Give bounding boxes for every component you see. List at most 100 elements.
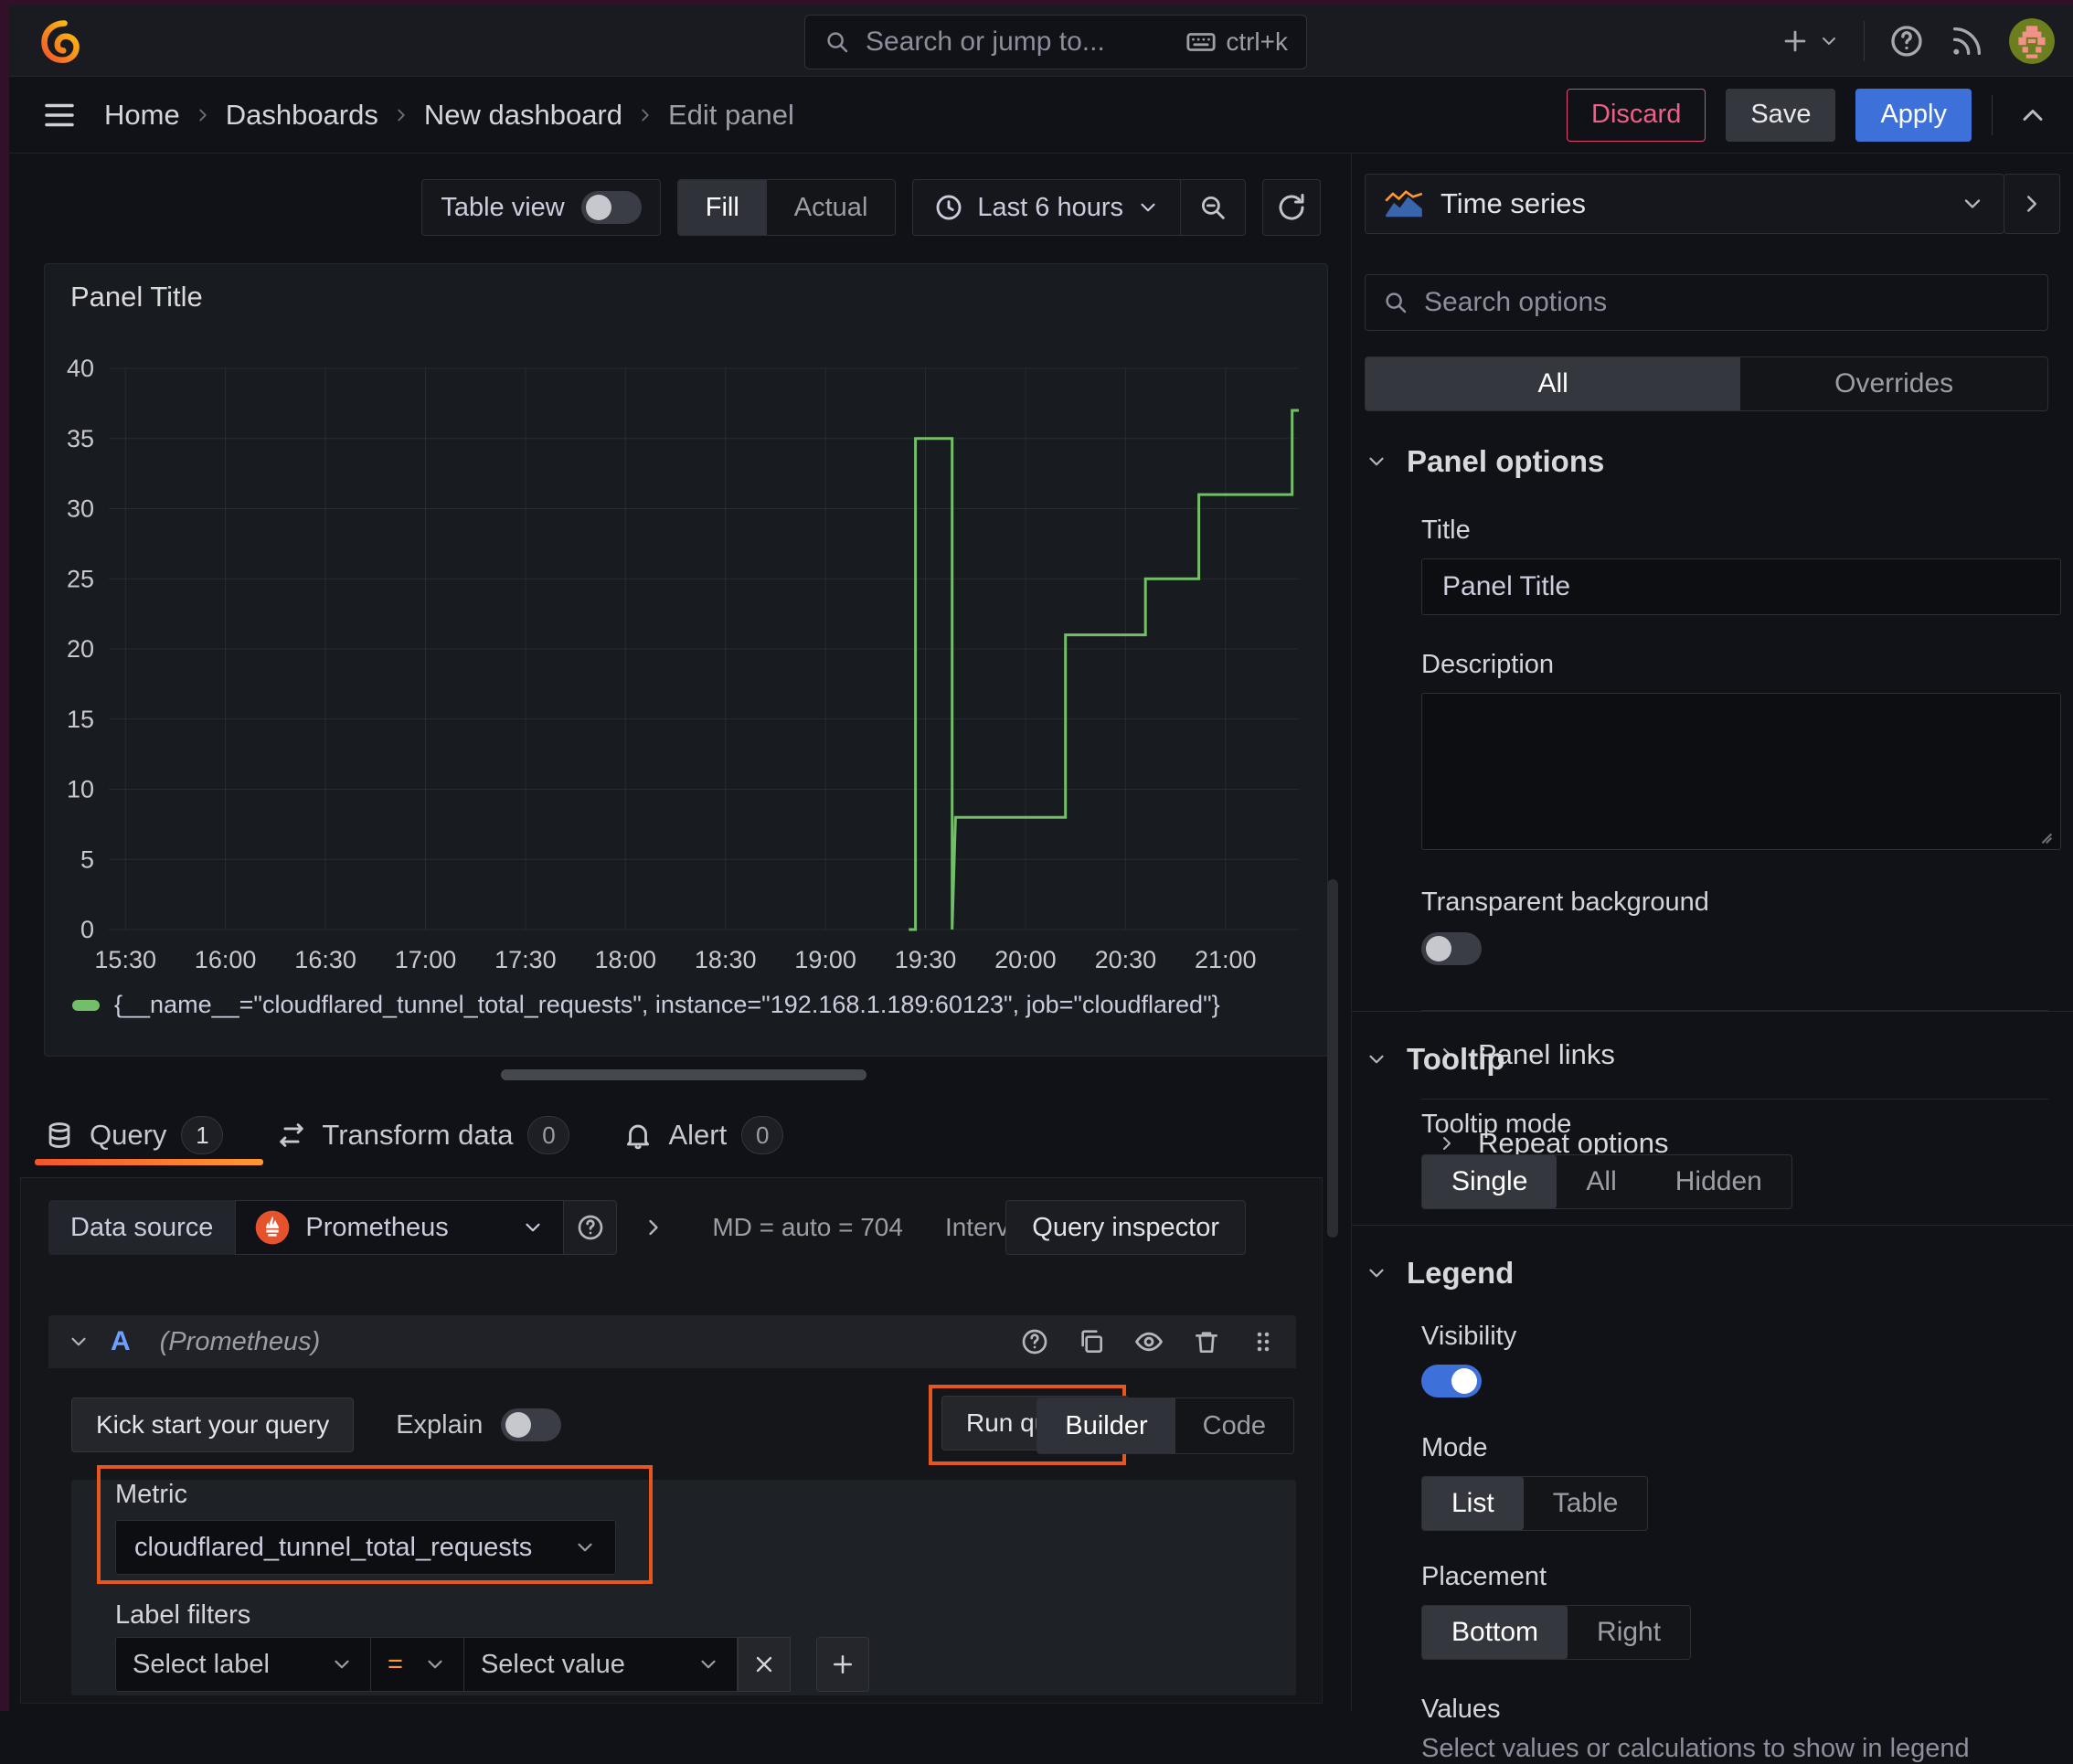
- time-series-chart[interactable]: 0 5 10 15 20 25 30 35 40 15:30 16:00 16:30 17:00 17:3…: [45, 308, 1327, 1014]
- zoom-out-button[interactable]: [1180, 180, 1245, 235]
- transparent-background-label: Transparent background: [1421, 887, 1709, 917]
- scrollbar-thumb[interactable]: [1327, 879, 1338, 1238]
- datasource-picker[interactable]: Prometheus: [235, 1200, 565, 1255]
- legend-placement-right[interactable]: Right: [1568, 1606, 1690, 1659]
- breadcrumb-dashboards[interactable]: Dashboards: [226, 99, 378, 132]
- tooltip-title: Tooltip: [1407, 1042, 1505, 1076]
- breadcrumb-home[interactable]: Home: [104, 99, 180, 132]
- trash-icon[interactable]: [1192, 1327, 1221, 1356]
- select-label-dropdown[interactable]: Select label: [115, 1637, 371, 1692]
- eye-icon[interactable]: [1133, 1326, 1164, 1357]
- chevron-right-icon: [642, 109, 649, 121]
- tab-transform-data[interactable]: Transform data 0: [276, 1116, 570, 1154]
- chevron-down-icon: [1369, 1269, 1384, 1278]
- chart-legend[interactable]: {__name__="cloudflared_tunnel_total_requ…: [72, 991, 1220, 1019]
- legend-mode-group: List Table: [1421, 1476, 1649, 1531]
- chevron-right-icon: [199, 109, 207, 121]
- kick-start-query-button[interactable]: Kick start your query: [71, 1397, 355, 1452]
- description-label: Description: [1421, 650, 1555, 679]
- user-avatar[interactable]: [2009, 18, 2055, 64]
- description-textarea[interactable]: [1421, 693, 2061, 850]
- discard-button[interactable]: Discard: [1567, 88, 1706, 142]
- remove-filter-button[interactable]: [737, 1637, 791, 1692]
- plus-icon: [833, 1655, 852, 1674]
- svg-text:19:30: 19:30: [895, 946, 957, 973]
- time-range-button[interactable]: Last 6 hours: [913, 192, 1180, 223]
- transparent-background-switch[interactable]: [1421, 932, 1482, 965]
- options-search[interactable]: [1365, 274, 2048, 331]
- table-view-switch[interactable]: [580, 191, 642, 224]
- news-rss-icon[interactable]: [1949, 23, 1985, 59]
- tooltip-section-header[interactable]: Tooltip: [1365, 1042, 2061, 1077]
- tab-alert[interactable]: Alert 0: [622, 1116, 784, 1154]
- svg-text:15: 15: [67, 706, 94, 733]
- panel-resize-handle[interactable]: [501, 1069, 866, 1080]
- explain-switch[interactable]: [501, 1408, 562, 1441]
- datasource-help-button[interactable]: [564, 1200, 618, 1255]
- duplicate-icon[interactable]: [1077, 1327, 1106, 1356]
- legend-placement-bottom[interactable]: Bottom: [1422, 1606, 1568, 1659]
- grafana-logo-icon[interactable]: [38, 17, 86, 65]
- svg-text:18:30: 18:30: [695, 946, 757, 973]
- database-icon: [48, 1122, 70, 1148]
- metric-select[interactable]: cloudflared_tunnel_total_requests: [115, 1520, 616, 1575]
- query-datasource-hint: (Prometheus): [159, 1326, 321, 1356]
- query-row-header[interactable]: A (Prometheus): [48, 1315, 1296, 1368]
- apply-button[interactable]: Apply: [1855, 88, 1972, 142]
- visibility-label: Visibility: [1421, 1322, 1517, 1351]
- save-button[interactable]: Save: [1726, 88, 1836, 142]
- tooltip-mode-hidden[interactable]: Hidden: [1646, 1155, 1791, 1208]
- query-ref-id: A: [111, 1326, 131, 1356]
- time-range-picker: Last 6 hours: [912, 179, 1246, 236]
- tab-all[interactable]: All: [1366, 357, 1741, 410]
- explain-toggle-group: Explain: [396, 1408, 562, 1441]
- global-search-input[interactable]: Search or jump to... ctrl+k: [804, 15, 1307, 69]
- actual-option[interactable]: Actual: [767, 180, 896, 235]
- help-icon[interactable]: [1888, 23, 1925, 59]
- chevron-down-icon: [428, 1660, 442, 1669]
- new-menu-button[interactable]: [1780, 26, 1840, 57]
- max-data-points: MD = auto = 704: [712, 1213, 903, 1241]
- add-filter-button[interactable]: [815, 1637, 869, 1692]
- builder-code-group: Builder Code: [1036, 1397, 1294, 1454]
- legend-values-label: Values: [1421, 1695, 1501, 1724]
- tab-query[interactable]: Query 1: [44, 1116, 224, 1154]
- window-edge-left: [0, 0, 9, 1711]
- breadcrumb-new-dashboard[interactable]: New dashboard: [424, 99, 622, 132]
- refresh-button[interactable]: [1262, 179, 1321, 236]
- options-search-input[interactable]: [1424, 287, 2031, 318]
- chevron-right-icon[interactable]: [641, 1215, 666, 1240]
- drag-grip-icon[interactable]: [1249, 1327, 1278, 1356]
- chevron-down-icon: [1964, 199, 1981, 208]
- legend-mode-table[interactable]: Table: [1524, 1477, 1648, 1530]
- tooltip-mode-all[interactable]: All: [1557, 1155, 1645, 1208]
- chevron-up-icon[interactable]: [2016, 99, 2049, 132]
- alert-count-badge: 0: [741, 1116, 784, 1154]
- legend-mode-list[interactable]: List: [1422, 1477, 1524, 1530]
- tab-query-label: Query: [90, 1119, 167, 1151]
- resize-corner-icon[interactable]: [2030, 822, 2054, 845]
- svg-text:17:30: 17:30: [494, 946, 557, 973]
- operator-dropdown[interactable]: =: [371, 1637, 463, 1692]
- help-icon[interactable]: [1020, 1327, 1049, 1356]
- svg-text:19:00: 19:00: [794, 946, 856, 973]
- tab-overrides[interactable]: Overrides: [1740, 357, 2047, 410]
- builder-option[interactable]: Builder: [1037, 1398, 1175, 1453]
- select-value-dropdown[interactable]: Select value: [462, 1637, 738, 1692]
- tooltip-mode-group: Single All Hidden: [1421, 1154, 1792, 1209]
- visualization-picker[interactable]: Time series: [1365, 174, 2004, 234]
- fill-option[interactable]: Fill: [677, 180, 767, 235]
- legend-visibility-switch[interactable]: [1421, 1365, 1482, 1397]
- menu-icon[interactable]: [40, 96, 79, 134]
- all-overrides-tabs: All Overrides: [1365, 356, 2048, 411]
- chevron-down-icon: [1141, 203, 1155, 212]
- query-inspector-button[interactable]: Query inspector: [1005, 1200, 1246, 1255]
- legend-section-header[interactable]: Legend: [1365, 1256, 2061, 1291]
- panel-title-input[interactable]: [1421, 558, 2061, 615]
- viz-suggestions-button[interactable]: [2004, 174, 2060, 234]
- panel-options-section-header[interactable]: Panel options: [1365, 444, 2061, 479]
- svg-text:25: 25: [67, 565, 94, 592]
- tooltip-mode-single[interactable]: Single: [1422, 1155, 1557, 1208]
- time-range-label: Last 6 hours: [977, 192, 1123, 222]
- code-option[interactable]: Code: [1175, 1398, 1293, 1453]
